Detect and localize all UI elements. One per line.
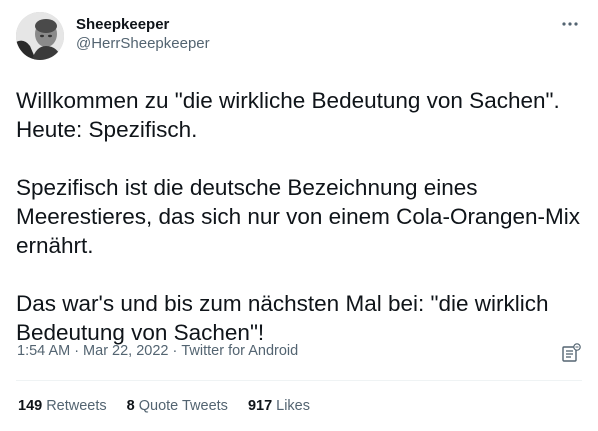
tweet-card: Sheepkeeper @HerrSheepkeeper Willkommen … xyxy=(0,0,598,431)
retweets-stat[interactable]: 149 Retweets xyxy=(18,398,107,414)
analytics-button[interactable] xyxy=(560,342,582,364)
tweet-source[interactable]: Twitter for Android xyxy=(181,343,298,359)
author-display-name[interactable]: Sheepkeeper xyxy=(76,16,210,34)
analytics-icon xyxy=(562,343,581,362)
tweet-time[interactable]: 1:54 AM xyxy=(17,343,70,359)
quote-tweets-stat[interactable]: 8 Quote Tweets xyxy=(127,398,228,414)
tweet-date[interactable]: Mar 22, 2022 xyxy=(83,343,168,359)
meta-separator: · xyxy=(172,343,178,359)
tweet-header: Sheepkeeper @HerrSheepkeeper xyxy=(16,12,582,62)
tweet-meta: 1:54 AM · Mar 22, 2022 · Twitter for And… xyxy=(17,343,298,359)
quote-tweets-count: 8 xyxy=(126,398,135,414)
avatar[interactable] xyxy=(16,12,64,60)
tweet-paragraph: Das war's und bis zum nächsten Mal bei: … xyxy=(16,291,549,345)
likes-label: Likes xyxy=(276,398,310,414)
avatar-image xyxy=(16,12,64,60)
more-options-button[interactable] xyxy=(560,14,580,34)
likes-count: 917 xyxy=(247,398,273,414)
author-handle[interactable]: @HerrSheepkeeper xyxy=(76,34,210,54)
retweets-count: 149 xyxy=(18,398,43,414)
more-horizontal-icon xyxy=(562,22,578,26)
meta-separator: · xyxy=(74,343,80,359)
tweet-stats: 149 Retweets 8 Quote Tweets 917 Likes xyxy=(18,398,330,414)
tweet-text: Willkommen zu "die wirkliche Bedeutung v… xyxy=(16,86,581,347)
likes-stat[interactable]: 917 Likes xyxy=(248,398,310,414)
divider xyxy=(16,380,582,381)
tweet-paragraph: Spezifisch ist die deutsche Bezeichnung … xyxy=(16,175,580,258)
retweets-label: Retweets xyxy=(46,398,107,414)
tweet-paragraph: Willkommen zu "die wirkliche Bedeutung v… xyxy=(16,88,560,142)
quote-tweets-label: Quote Tweets xyxy=(138,398,228,414)
author-names: Sheepkeeper @HerrSheepkeeper xyxy=(76,12,210,54)
